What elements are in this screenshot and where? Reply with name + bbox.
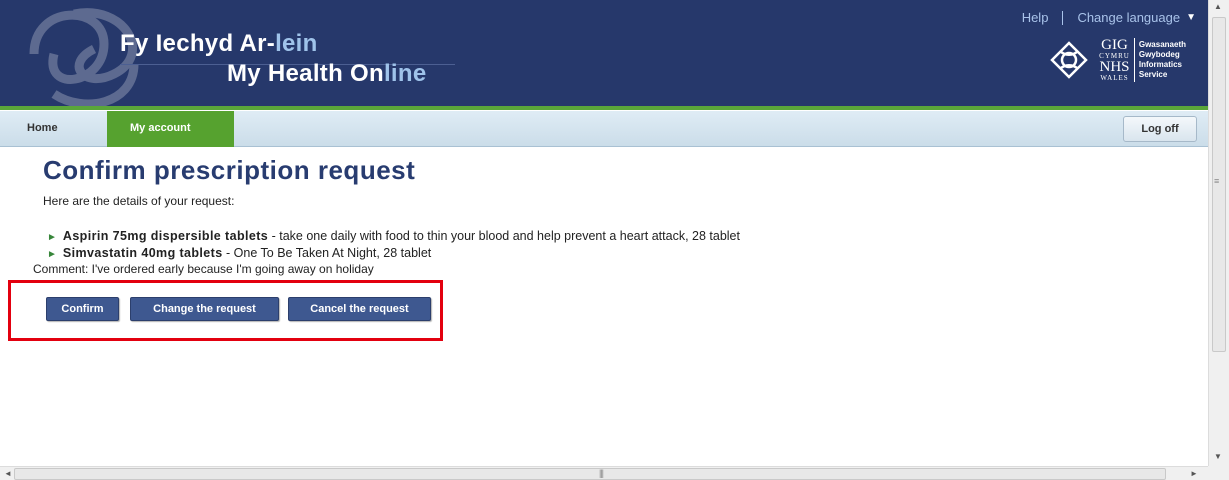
highlight-annotation-box [8, 280, 443, 341]
logo-service-welsh-1: Gwasanaeth [1138, 40, 1186, 49]
medication-name: Aspirin 75mg dispersible tablets [62, 229, 269, 243]
bullet-arrow-icon: ► [47, 232, 57, 243]
page-title: Confirm prescription request [43, 155, 416, 185]
logo-wales: WALES [1100, 74, 1129, 82]
top-links-divider [1062, 10, 1064, 25]
nav-my-account-tab[interactable]: My account [107, 111, 234, 147]
scroll-up-icon[interactable]: ▲ [1214, 2, 1222, 11]
logo-gig: GIG [1101, 37, 1128, 53]
logo-service-english-1: Informatics [1138, 60, 1182, 69]
nhs-wales-emblem-icon [1050, 41, 1088, 79]
scroll-down-icon[interactable]: ▼ [1214, 452, 1222, 461]
medication-details: - take one daily with food to thin your … [268, 229, 740, 243]
prescription-item: ► Simvastatin 40mg tablets - One To Be Ta… [47, 246, 431, 260]
help-link[interactable]: Help [1022, 10, 1049, 25]
nhs-wales-logo: GIG CYMRU NHS WALES Gwasanaeth Gwybodeg … [1049, 38, 1186, 82]
logo-service-english-2: Service [1138, 70, 1168, 79]
logo-service-welsh-2: Gwybodeg [1138, 50, 1180, 59]
horizontal-scroll-thumb[interactable]: ||| [14, 468, 1166, 480]
change-language-link[interactable]: Change language [1077, 10, 1180, 25]
log-off-button[interactable]: Log off [1123, 116, 1197, 142]
scrollbar-corner [1208, 466, 1229, 480]
logo-nhs: NHS [1099, 59, 1130, 75]
prescription-item: ► Aspirin 75mg dispersible tablets - take… [47, 229, 740, 243]
bullet-arrow-icon: ► [47, 249, 57, 260]
chevron-down-icon[interactable]: ▼ [1186, 12, 1196, 23]
scroll-left-icon[interactable]: ◄ [4, 469, 12, 478]
vertical-scroll-thumb[interactable]: ≡ [1212, 17, 1226, 352]
main-nav: Home My account Log off [0, 111, 1208, 147]
top-links: Help Change language ▼ [1022, 10, 1196, 25]
medication-name: Simvastatin 40mg tablets [62, 246, 223, 260]
horizontal-scrollbar[interactable]: ◄ ||| ► [0, 466, 1208, 480]
site-header: Fy Iechyd Ar-lein My Health Online Help … [0, 0, 1208, 110]
vertical-scrollbar[interactable]: ▲ ≡ ▼ [1208, 0, 1229, 466]
brand-name-welsh: Fy Iechyd Ar-lein [120, 30, 318, 57]
brand-name-english: My Health Online [227, 60, 427, 87]
intro-text: Here are the details of your request: [43, 194, 235, 208]
nav-home-tab[interactable]: Home [27, 122, 58, 134]
request-comment: Comment: I've ordered early because I'm … [33, 262, 374, 276]
scroll-right-icon[interactable]: ► [1190, 469, 1198, 478]
banner-accent-line [0, 106, 1208, 110]
grip-icon: ||| [599, 468, 604, 478]
medication-details: - One To Be Taken At Night, 28 tablet [222, 246, 432, 260]
grip-icon: ≡ [1214, 176, 1220, 186]
